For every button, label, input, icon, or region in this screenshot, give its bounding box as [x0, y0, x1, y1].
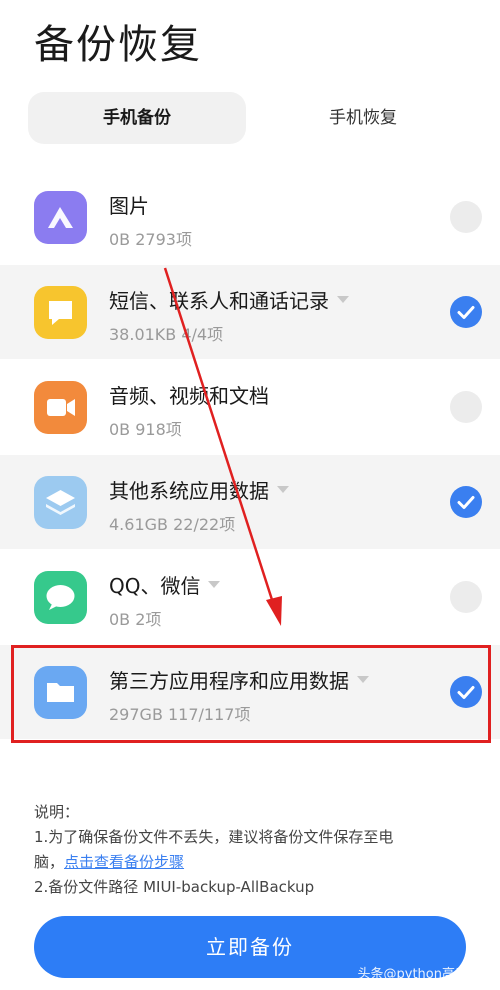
checkbox-checked[interactable]	[450, 486, 482, 518]
checkbox[interactable]	[450, 201, 482, 233]
instructions-note: 说明： 1.为了确保备份文件不丢失，建议将备份文件保存至电 脑，点击查看备份步骤…	[34, 800, 474, 900]
checkbox[interactable]	[450, 391, 482, 423]
item-name: 图片	[109, 194, 149, 218]
layers-icon	[34, 476, 87, 529]
video-icon	[34, 381, 87, 434]
item-detail: 4.61GB 22/22项	[109, 515, 236, 534]
note-line-1: 1.为了确保备份文件不丢失，建议将备份文件保存至电	[34, 828, 394, 846]
item-name: 其他系统应用数据	[109, 475, 289, 504]
item-name: 音频、视频和文档	[109, 384, 269, 408]
photos-icon	[34, 191, 87, 244]
item-detail: 0B 2793项	[109, 230, 192, 249]
watermark: 头条@python高手养成	[357, 967, 494, 982]
page-title: 备份恢复	[34, 22, 202, 68]
backup-tabs: 手机备份 手机恢复	[28, 92, 472, 144]
checkbox[interactable]	[450, 581, 482, 613]
item-detail: 0B 918项	[109, 420, 182, 439]
highlight-box	[11, 645, 491, 743]
list-item-system-app-data[interactable]: 其他系统应用数据 4.61GB 22/22项	[0, 455, 500, 549]
chat-bubble-icon	[34, 571, 87, 624]
checkbox-checked[interactable]	[450, 296, 482, 328]
item-detail: 0B 2项	[109, 610, 162, 629]
item-detail: 38.01KB 4/4项	[109, 325, 224, 344]
chevron-down-icon[interactable]	[277, 486, 289, 493]
list-item-photos[interactable]: 图片 0B 2793项	[0, 170, 500, 264]
tab-phone-restore[interactable]: 手机恢复	[254, 92, 472, 144]
note-heading: 说明：	[34, 803, 80, 821]
item-name: 短信、联系人和通话记录	[109, 285, 349, 314]
note-line-2: 脑，点击查看备份步骤	[34, 853, 185, 871]
chevron-down-icon[interactable]	[337, 296, 349, 303]
list-item-qq-wechat[interactable]: QQ、微信 0B 2项	[0, 550, 500, 644]
message-icon	[34, 286, 87, 339]
list-item-sms-contacts[interactable]: 短信、联系人和通话记录 38.01KB 4/4项	[0, 265, 500, 359]
chevron-down-icon[interactable]	[208, 581, 221, 588]
list-item-audio-video-docs[interactable]: 音频、视频和文档 0B 918项	[0, 360, 500, 454]
item-name: QQ、微信	[109, 570, 221, 599]
tab-phone-backup[interactable]: 手机备份	[28, 92, 246, 144]
backup-steps-link[interactable]: 点击查看备份步骤	[64, 853, 184, 871]
note-line-3: 2.备份文件路径 MIUI-backup-AllBackup	[34, 878, 315, 896]
